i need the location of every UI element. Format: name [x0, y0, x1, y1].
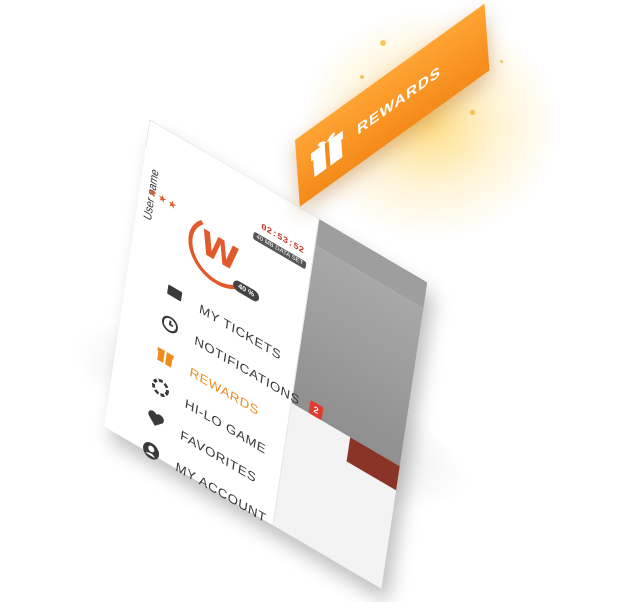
sparkle — [380, 40, 386, 46]
sparkle — [500, 60, 503, 63]
rewards-ribbon[interactable]: REWARDS — [295, 3, 490, 207]
gift-icon — [306, 118, 349, 185]
phone-screen: 02:53:52 40 MB DATA SET User name ★★★ W … — [104, 120, 428, 589]
side-drawer: 02:53:52 40 MB DATA SET User name ★★★ W … — [104, 120, 324, 526]
sparkle — [470, 110, 475, 115]
sparkle — [360, 75, 364, 79]
account-icon — [139, 434, 164, 467]
rewards-ribbon-label: REWARDS — [356, 62, 442, 139]
notification-count-badge: 2 — [308, 399, 324, 421]
